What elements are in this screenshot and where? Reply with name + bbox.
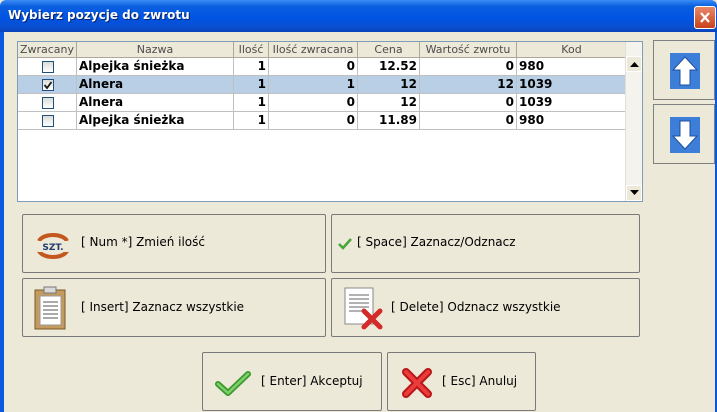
arrow-down-icon [670,117,700,153]
close-icon [700,12,710,23]
cell-zwracany[interactable] [18,94,77,112]
column-header-wartosc-zwrotu[interactable]: Wartość zwrotu [420,42,517,58]
return-checkbox[interactable] [42,61,54,73]
cell-ilosc: 1 [234,94,269,112]
cell-kod: 1039 [517,76,627,94]
dialog-window: Wybierz pozycje do zwrotu Zwracany Nazwa… [0,0,717,412]
cell-ilosc-zwracana: 0 [269,112,358,130]
cell-zwracany[interactable] [18,112,77,130]
column-header-zwracany[interactable]: Zwracany [18,42,77,58]
column-header-kod[interactable]: Kod [517,42,627,58]
move-up-button[interactable] [653,40,715,100]
title-bar[interactable]: Wybierz pozycje do zwrotu [0,0,717,32]
return-checkbox[interactable] [42,115,54,127]
cell-wartosc-zwrotu: 0 [420,58,517,76]
cell-nazwa: Alpejka śnieżka [77,58,234,76]
cell-ilosc-zwracana: 0 [269,58,358,76]
cell-zwracany[interactable] [18,58,77,76]
toggle-selection-label: [ Space] Zaznacz/Odznacz [357,235,516,249]
scroll-up-icon [630,62,639,67]
deselect-all-button[interactable]: [ Delete] Odznacz wszystkie [331,278,640,337]
column-header-ilosc[interactable]: Ilość [234,42,269,58]
cell-wartosc-zwrotu: 12 [420,76,517,94]
column-header-cena[interactable]: Cena [358,42,420,58]
items-table: Zwracany Nazwa Ilość Ilość zwracana Cena… [17,41,643,202]
cell-nazwa: Alpejka śnieżka [77,112,234,130]
table-row[interactable]: Alpejka śnieżka 1 0 11.89 0 980 [18,112,627,130]
cell-ilosc: 1 [234,76,269,94]
document-x-icon [344,287,383,330]
close-button[interactable] [694,6,716,29]
cell-wartosc-zwrotu: 0 [420,112,517,130]
toggle-selection-button[interactable]: [ Space] Zaznacz/Odznacz [331,214,640,273]
cell-kod: 1039 [517,94,627,112]
select-all-label: [ Insert] Zaznacz wszystkie [81,300,245,314]
szt-refresh-icon: SZT. [37,233,69,259]
cell-cena: 12.52 [358,58,420,76]
change-quantity-button[interactable]: SZT. [ Num *] Zmień ilość [22,214,326,273]
window-frame-left [0,32,4,412]
cell-zwracany[interactable] [18,76,77,94]
table-scrollbar[interactable] [625,42,642,201]
cell-cena: 11.89 [358,112,420,130]
checkmark-icon [215,371,251,396]
checkmark-icon [338,238,352,250]
cell-cena: 12 [358,76,420,94]
cell-kod: 980 [517,112,627,130]
return-checkbox[interactable] [42,79,54,91]
cell-cena: 12 [358,94,420,112]
arrow-up-icon [670,53,700,89]
cell-ilosc: 1 [234,112,269,130]
cell-kod: 980 [517,58,627,76]
szt-icon-text: SZT. [42,243,63,253]
cross-icon [402,368,432,398]
cell-nazwa: Alnera [77,94,234,112]
table-row[interactable]: Alpejka śnieżka 1 0 12.52 0 980 [18,58,627,76]
window-title: Wybierz pozycje do zwrotu [8,8,190,22]
change-quantity-label: [ Num *] Zmień ilość [81,235,205,249]
column-header-ilosc-zwracana[interactable]: Ilość zwracana [269,42,358,58]
column-header-nazwa[interactable]: Nazwa [77,42,234,58]
deselect-all-label: [ Delete] Odznacz wszystkie [391,300,561,314]
cell-ilosc: 1 [234,58,269,76]
cancel-label: [ Esc] Anuluj [442,374,518,388]
clipboard-icon [34,286,66,330]
accept-label: [ Enter] Akceptuj [261,374,363,388]
scroll-down-icon [630,190,639,195]
accept-button[interactable]: [ Enter] Akceptuj [202,352,382,411]
table-row[interactable]: Alnera 1 0 12 0 1039 [18,94,627,112]
cell-wartosc-zwrotu: 0 [420,94,517,112]
move-down-button[interactable] [653,104,715,164]
cell-nazwa: Alnera [77,76,234,94]
return-checkbox[interactable] [42,97,54,109]
table-row[interactable]: Alnera 1 1 12 12 1039 [18,76,627,94]
scroll-down-button[interactable] [626,185,642,201]
cell-ilosc-zwracana: 1 [269,76,358,94]
cancel-button[interactable]: [ Esc] Anuluj [387,352,536,411]
select-all-button[interactable]: [ Insert] Zaznacz wszystkie [22,278,326,337]
cell-ilosc-zwracana: 0 [269,94,358,112]
scroll-up-button[interactable] [626,56,642,72]
